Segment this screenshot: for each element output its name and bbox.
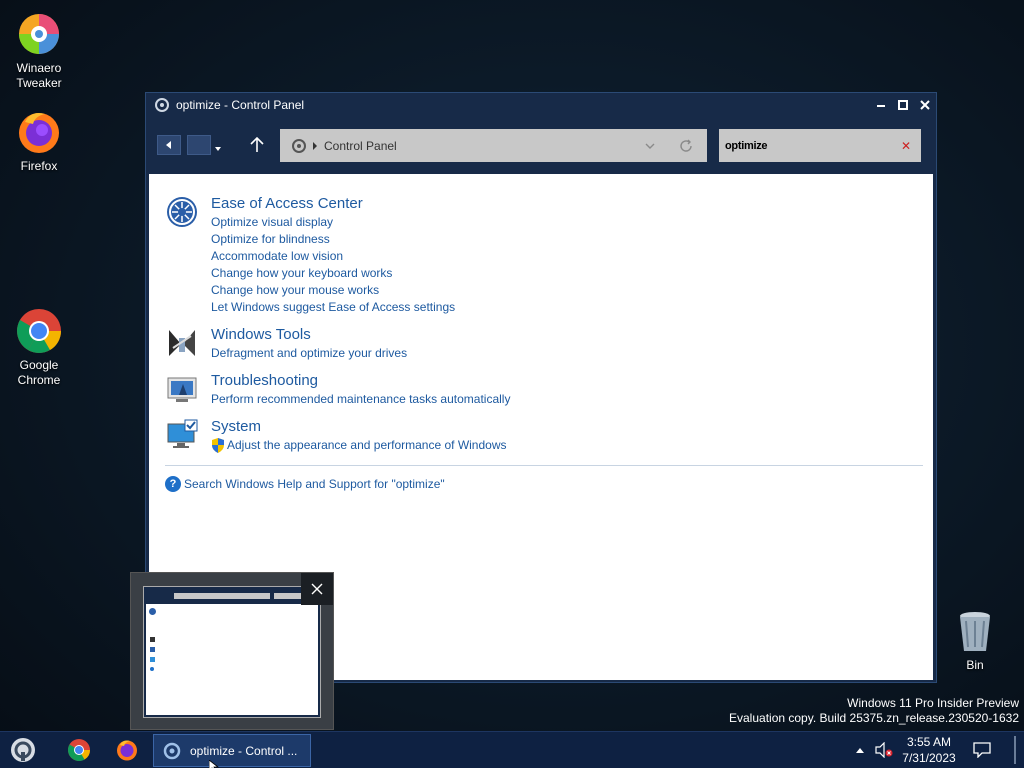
start-button[interactable]: [6, 732, 40, 768]
minimize-icon: [877, 105, 885, 107]
shield-icon: [212, 438, 224, 453]
control-panel-icon: [292, 138, 306, 153]
taskbar: optimize - Control ... 3:55 AM 7/31/2023: [0, 731, 1024, 768]
taskbar-chrome-button[interactable]: [62, 732, 96, 768]
taskbar-button-label: optimize - Control ...: [190, 743, 298, 758]
help-link-text[interactable]: Search Windows Help and Support for "opt…: [184, 477, 445, 491]
taskbar-control-panel-button[interactable]: optimize - Control ...: [153, 734, 311, 767]
result-group-title[interactable]: Windows Tools: [211, 326, 311, 343]
thumbnail-window-preview[interactable]: [143, 586, 321, 718]
up-button[interactable]: [250, 136, 264, 158]
firefox-icon: [117, 740, 137, 761]
desktop-icon-google-chrome[interactable]: Google Chrome: [0, 307, 78, 388]
breadcrumb[interactable]: Control Panel: [324, 139, 397, 153]
result-group-title[interactable]: Ease of Access Center: [211, 195, 363, 212]
recycle-bin-icon: [960, 612, 990, 651]
control-panel-icon: [163, 742, 181, 759]
search-input[interactable]: optimize: [725, 140, 891, 152]
close-button[interactable]: [914, 94, 936, 116]
taskbar-clock[interactable]: 3:55 AM 7/31/2023: [898, 734, 960, 766]
desktop-icon-winaero-tweaker[interactable]: Winaero Tweaker: [0, 10, 78, 91]
desktop-icon-recycle-bin[interactable]: Bin: [936, 607, 1014, 673]
chevron-up-icon: [856, 748, 864, 753]
show-hidden-icons-button[interactable]: [852, 732, 868, 768]
forward-button[interactable]: [187, 135, 211, 155]
result-link[interactable]: Adjust the appearance and performance of…: [227, 438, 507, 452]
clear-search-icon[interactable]: ✕: [891, 139, 921, 153]
show-desktop-button[interactable]: [1014, 736, 1016, 764]
desktop-icon-label: Bin: [966, 658, 984, 672]
chevron-down-icon: [215, 147, 221, 151]
breadcrumb-chevron-icon: [313, 141, 317, 150]
desktop-icon-label: Google: [19, 358, 59, 372]
desktop-icon-label: Chrome: [17, 373, 61, 387]
result-link[interactable]: Optimize for blindness: [211, 232, 330, 246]
notification-icon: [973, 742, 991, 758]
result-link[interactable]: Accommodate low vision: [211, 249, 343, 263]
recent-locations-button[interactable]: [214, 140, 222, 158]
volume-muted-icon: [875, 742, 893, 758]
refresh-icon[interactable]: [679, 139, 693, 153]
windows-watermark: Windows 11 Pro Insider Preview Evaluatio…: [729, 696, 1019, 726]
taskbar-thumbnail-preview[interactable]: [130, 572, 334, 730]
result-link[interactable]: Change how your keyboard works: [211, 266, 392, 280]
result-link[interactable]: Let Windows suggest Ease of Access setti…: [211, 300, 455, 314]
back-button[interactable]: [157, 135, 181, 155]
volume-button[interactable]: [874, 732, 894, 768]
result-link[interactable]: Defragment and optimize your drives: [211, 346, 407, 360]
windows-tools-icon: [169, 330, 195, 356]
result-group-title[interactable]: System: [211, 418, 261, 435]
desktop-icon-firefox[interactable]: Firefox: [0, 108, 78, 174]
chevron-down-icon[interactable]: [645, 142, 655, 150]
arrow-up-icon: [250, 136, 264, 152]
help-search-link[interactable]: ? Search Windows Help and Support for "o…: [165, 476, 445, 492]
maximize-icon: [898, 100, 908, 110]
troubleshooting-icon: [167, 377, 197, 402]
arrow-left-icon: [166, 141, 171, 149]
notifications-button[interactable]: [970, 732, 994, 768]
desktop-icon-label: Firefox: [20, 159, 58, 173]
divider: [165, 465, 923, 466]
result-link[interactable]: Optimize visual display: [211, 215, 333, 229]
desktop-icon-label: Tweaker: [16, 76, 62, 90]
watermark-line: Evaluation copy. Build 25375.zn_release.…: [729, 711, 1019, 725]
clock-time: 3:55 AM: [906, 735, 952, 749]
title-bar[interactable]: optimize - Control Panel: [146, 93, 936, 117]
minimize-button[interactable]: [870, 94, 892, 116]
close-icon: [920, 100, 930, 110]
system-icon: [167, 419, 198, 448]
close-icon: [311, 583, 323, 595]
ease-of-access-icon: [167, 197, 197, 227]
winaero-tweaker-icon: [19, 14, 59, 54]
thumbnail-close-button[interactable]: [301, 573, 333, 605]
mouse-cursor-icon: [209, 760, 219, 768]
clock-date: 7/31/2023: [902, 751, 956, 765]
chrome-icon: [17, 309, 61, 353]
window-title: optimize - Control Panel: [176, 98, 305, 112]
result-link[interactable]: Perform recommended maintenance tasks au…: [211, 392, 510, 406]
result-group-title[interactable]: Troubleshooting: [211, 372, 318, 389]
start-icon: [11, 738, 35, 762]
result-link[interactable]: Change how your mouse works: [211, 283, 379, 297]
chrome-icon: [68, 739, 90, 761]
desktop-icon-label: Winaero: [16, 61, 62, 75]
help-icon: ?: [165, 476, 181, 492]
control-panel-icon: [155, 98, 169, 112]
maximize-button[interactable]: [892, 94, 914, 116]
watermark-line: Windows 11 Pro Insider Preview: [847, 696, 1019, 710]
navigation-bar: Control Panel optimize ✕: [146, 117, 936, 174]
address-bar[interactable]: Control Panel: [280, 129, 707, 162]
search-box[interactable]: optimize ✕: [719, 129, 921, 162]
taskbar-firefox-button[interactable]: [110, 732, 144, 768]
firefox-icon: [19, 113, 59, 153]
